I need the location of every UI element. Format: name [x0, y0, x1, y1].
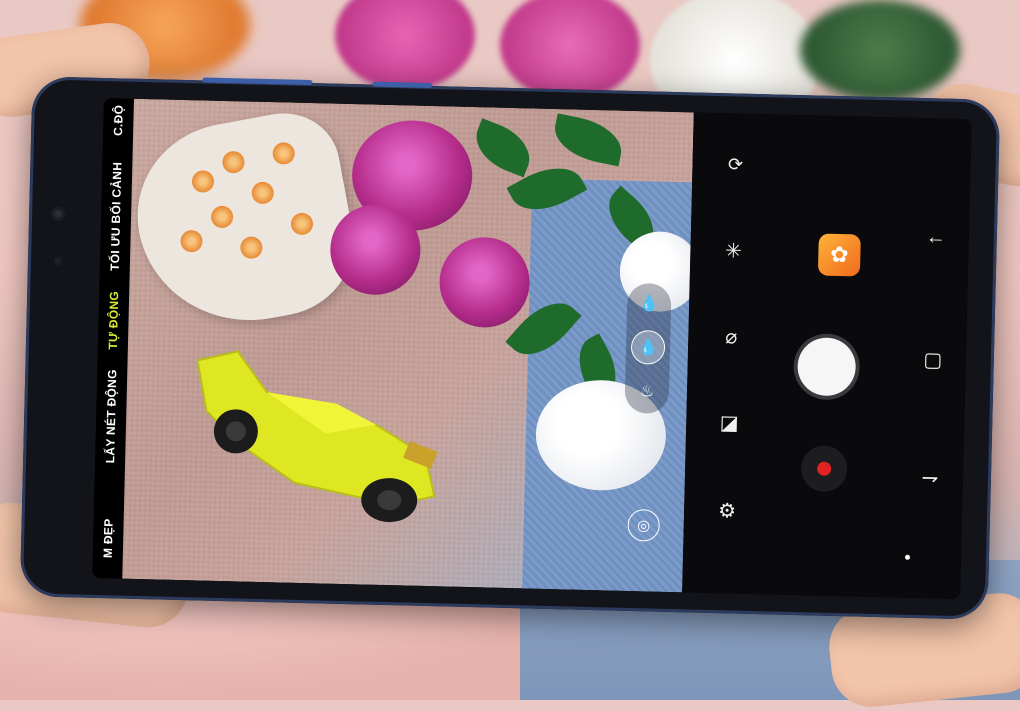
filter-flame-icon[interactable]: ♨	[631, 375, 664, 408]
camera-screen: C.ĐỘ TỐI ƯU BỐI CẢNH TỰ ĐỘNG LẤY NÉT ĐỘN…	[92, 98, 972, 600]
flash-off-icon[interactable]: ✳	[718, 235, 749, 266]
aspect-ratio-icon[interactable]: ◪	[714, 407, 745, 438]
filter-selector: 💧 💧 ♨	[624, 282, 672, 414]
record-video-button[interactable]	[800, 445, 848, 493]
volume-button	[202, 77, 313, 86]
front-camera	[50, 206, 66, 222]
yellow-toy-car	[196, 350, 438, 523]
camera-viewfinder[interactable]: 💧 💧 ♨ ◎	[122, 98, 694, 593]
gear-icon[interactable]: ⚙	[712, 495, 743, 526]
navigation-dot	[904, 554, 911, 560]
mode-scene-optimizer[interactable]: TỐI ƯU BỐI CẢNH	[108, 162, 125, 271]
mode-beauty[interactable]: M ĐẸP	[101, 518, 116, 558]
mode-live-focus[interactable]: LẤY NÉT ĐỘNG	[103, 369, 119, 463]
timer-icon[interactable]: ⌀	[716, 321, 747, 352]
switch-camera-icon[interactable]: ⟳	[720, 149, 751, 180]
mode-color-point[interactable]: C.ĐỘ	[111, 105, 126, 137]
shutter-button[interactable]	[796, 337, 857, 397]
back-arrow-icon[interactable]: ←	[920, 222, 951, 253]
smartphone: C.ĐỘ TỐI ƯU BỐI CẢNH TỰ ĐỘNG LẤY NÉT ĐỘN…	[19, 76, 1001, 620]
camera-controls-panel: ⟳ ✳ ⌀ ◪ ⚙ ✿ ← ▢ ⇁	[682, 112, 972, 600]
mode-auto[interactable]: TỰ ĐỘNG	[106, 291, 121, 350]
background-pink-rose	[500, 0, 640, 100]
record-icon	[816, 461, 832, 476]
background-leaves	[800, 0, 960, 100]
bixby-side-button	[372, 81, 433, 89]
filter-drop-icon[interactable]: 💧	[633, 287, 666, 320]
bixby-vision-icon[interactable]: ✿	[817, 233, 861, 277]
nav-swap-icon[interactable]: ⇁	[915, 462, 946, 493]
recent-apps-icon[interactable]: ▢	[917, 344, 948, 375]
proximity-sensor	[53, 256, 63, 266]
filter-drops-icon[interactable]: 💧	[631, 330, 665, 364]
background-pink-rose	[335, 0, 475, 90]
